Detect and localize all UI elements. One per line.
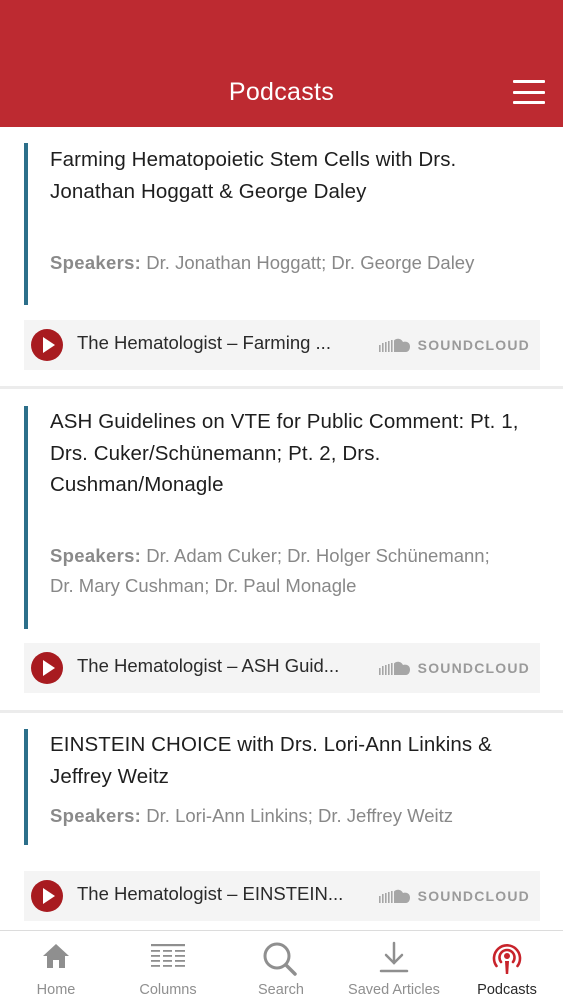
tab-podcasts[interactable]: Podcasts xyxy=(451,931,563,1000)
podcast-card[interactable]: EINSTEIN CHOICE with Drs. Lori-Ann Linki… xyxy=(0,713,563,930)
soundcloud-player[interactable]: The Hematologist – Farming ... SOUNDCLOU… xyxy=(24,320,540,370)
tab-home[interactable]: Home xyxy=(0,931,112,1000)
soundcloud-icon xyxy=(378,889,413,903)
podcast-speakers: Speakers: Dr. Lori-Ann Linkins; Dr. Jeff… xyxy=(50,801,510,831)
bottom-tab-bar: Home Columns Search Saved Articles Podca… xyxy=(0,930,563,1000)
tab-search[interactable]: Search xyxy=(225,931,337,1000)
soundcloud-icon xyxy=(378,338,413,352)
play-button[interactable] xyxy=(31,880,63,912)
soundcloud-badge[interactable]: SOUNDCLOUD xyxy=(378,887,530,905)
track-title[interactable]: The Hematologist – ASH Guid... xyxy=(77,655,367,677)
track-title[interactable]: The Hematologist – EINSTEIN... xyxy=(77,883,367,905)
podcast-title[interactable]: ASH Guidelines on VTE for Public Comment… xyxy=(50,406,520,501)
podcast-card[interactable]: Farming Hematopoietic Stem Cells with Dr… xyxy=(0,127,563,386)
speakers-label: Speakers: xyxy=(50,805,142,826)
soundcloud-icon xyxy=(378,661,413,675)
soundcloud-player[interactable]: The Hematologist – ASH Guid... SOUNDCLOU… xyxy=(24,643,540,693)
card-accent-bar xyxy=(24,143,28,305)
tab-saved-articles[interactable]: Saved Articles xyxy=(338,931,450,1000)
hamburger-menu-icon[interactable] xyxy=(513,80,545,104)
tab-label: Saved Articles xyxy=(348,982,440,998)
podcast-speakers: Speakers: Dr. Jonathan Hoggatt; Dr. Geor… xyxy=(50,248,510,278)
podcast-icon xyxy=(451,941,563,975)
tab-columns[interactable]: Columns xyxy=(112,931,224,1000)
podcast-title[interactable]: Farming Hematopoietic Stem Cells with Dr… xyxy=(50,144,520,207)
app-header: Podcasts xyxy=(0,0,563,127)
speakers-label: Speakers: xyxy=(50,252,142,273)
speakers-label: Speakers: xyxy=(50,545,142,566)
provider-label: SOUNDCLOUD xyxy=(417,337,530,353)
soundcloud-badge[interactable]: SOUNDCLOUD xyxy=(378,336,530,354)
tab-label: Columns xyxy=(139,982,197,998)
card-accent-bar xyxy=(24,729,28,845)
tab-label: Podcasts xyxy=(477,982,537,998)
columns-icon xyxy=(112,941,224,975)
speakers-names: Dr. Jonathan Hoggatt; Dr. George Daley xyxy=(146,252,475,273)
play-button[interactable] xyxy=(31,329,63,361)
podcast-card[interactable]: ASH Guidelines on VTE for Public Comment… xyxy=(0,389,563,710)
podcast-title[interactable]: EINSTEIN CHOICE with Drs. Lori-Ann Linki… xyxy=(50,729,520,792)
track-title[interactable]: The Hematologist – Farming ... xyxy=(77,332,367,354)
search-icon xyxy=(225,941,337,976)
tab-label: Search xyxy=(258,982,304,998)
tab-label: Home xyxy=(36,982,76,998)
provider-label: SOUNDCLOUD xyxy=(417,660,530,676)
soundcloud-badge[interactable]: SOUNDCLOUD xyxy=(378,659,530,677)
speakers-names: Dr. Lori-Ann Linkins; Dr. Jeffrey Weitz xyxy=(146,805,454,826)
play-button[interactable] xyxy=(31,652,63,684)
home-icon xyxy=(0,941,112,975)
page-title: Podcasts xyxy=(228,78,335,106)
provider-label: SOUNDCLOUD xyxy=(417,888,530,904)
soundcloud-player[interactable]: The Hematologist – EINSTEIN... SOUNDCLOU… xyxy=(24,871,540,921)
download-icon xyxy=(338,941,450,975)
podcast-speakers: Speakers: Dr. Adam Cuker; Dr. Holger Sch… xyxy=(50,541,510,601)
card-accent-bar xyxy=(24,406,28,629)
podcast-list[interactable]: Farming Hematopoietic Stem Cells with Dr… xyxy=(0,127,563,930)
